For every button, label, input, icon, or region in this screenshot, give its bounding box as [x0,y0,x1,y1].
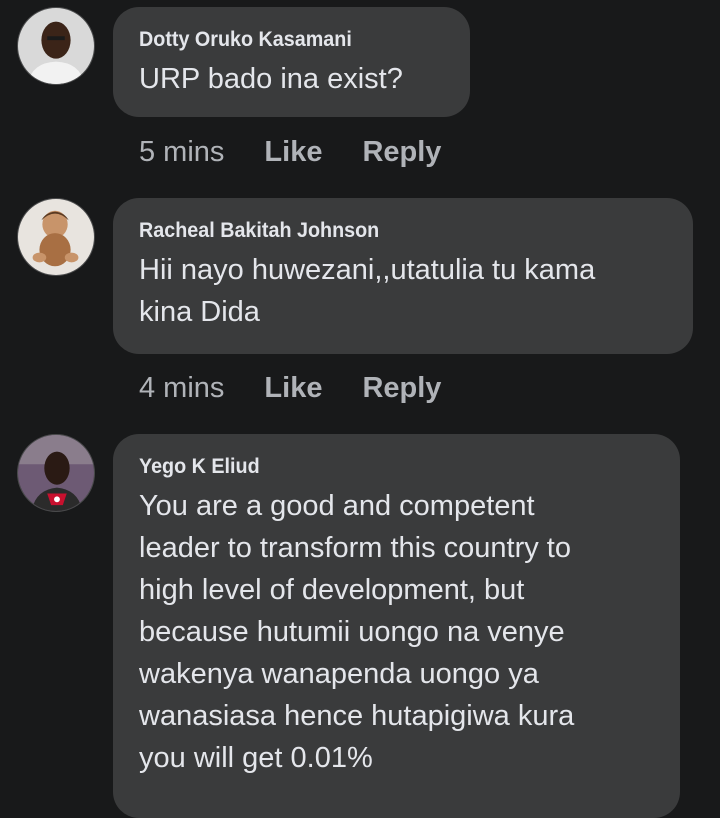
like-button[interactable]: Like [264,372,322,405]
avatar[interactable] [17,7,95,85]
comment-author[interactable]: Yego K Eliud [139,453,623,481]
avatar[interactable] [17,434,95,512]
like-button[interactable]: Like [264,136,322,169]
avatar[interactable] [17,198,95,276]
comment-author[interactable]: Racheal Bakitah Johnson [139,217,635,245]
comment-bubble: Yego K Eliud You are a good and competen… [113,434,680,818]
comment-text: URP bado ina exist? [139,63,403,95]
profile-photo-icon [18,435,94,511]
reply-button[interactable]: Reply [362,136,441,169]
comment-timestamp[interactable]: 5 mins [139,136,224,169]
profile-photo-icon [18,199,94,275]
reply-button[interactable]: Reply [362,372,441,405]
comment-timestamp[interactable]: 4 mins [139,372,224,405]
comment-author[interactable]: Dotty Oruko Kasamani [139,26,426,54]
comment-actions: 5 mins Like Reply [139,132,441,172]
comment-actions: 4 mins Like Reply [139,368,441,408]
comment-item: Dotty Oruko Kasamani URP bado ina exist?… [0,0,720,180]
comment-text: Hii nayo huwezani,,utatulia tu kama kina… [139,254,596,328]
profile-photo-icon [18,8,94,84]
comment-bubble: Racheal Bakitah Johnson Hii nayo huwezan… [113,198,693,354]
comment-bubble: Dotty Oruko Kasamani URP bado ina exist? [113,7,470,117]
comment-text: You are a good and competent leader to t… [139,490,575,774]
